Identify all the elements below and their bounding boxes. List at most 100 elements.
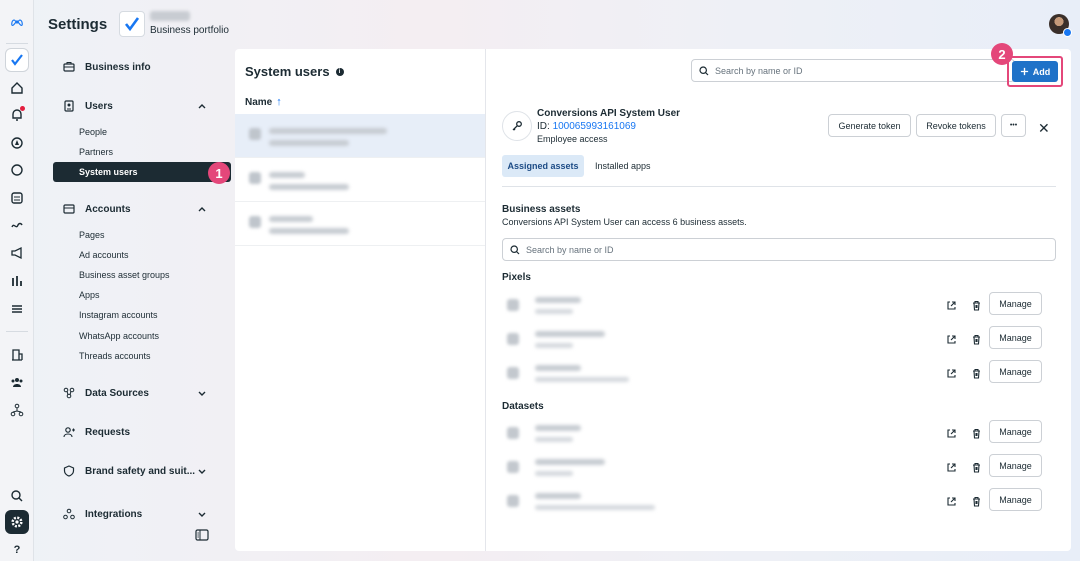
system-users-search-field[interactable] — [691, 59, 1015, 82]
generate-token-button[interactable]: Generate token — [828, 114, 911, 137]
nav-item-threads-accounts[interactable]: Threads accounts — [53, 346, 231, 366]
manage-button[interactable]: Manage — [989, 420, 1042, 443]
trash-icon[interactable] — [971, 300, 982, 311]
dataset-icon — [507, 495, 519, 507]
nav-brand-safety-section[interactable]: Brand safety and suit... — [53, 460, 215, 482]
pages-icon[interactable] — [5, 186, 29, 210]
open-external-icon[interactable] — [946, 428, 957, 439]
redacted-text — [269, 184, 349, 190]
business-portfolio-icon[interactable] — [5, 48, 29, 72]
nav-item-pages[interactable]: Pages — [53, 225, 231, 245]
nav-business-info-label: Business info — [85, 61, 151, 73]
tab-assigned-assets[interactable]: Assigned assets — [502, 155, 584, 177]
nav-item-partners[interactable]: Partners — [53, 142, 231, 162]
nav-accounts-section[interactable]: Accounts — [53, 198, 215, 220]
add-button[interactable]: Add — [1012, 61, 1058, 82]
open-external-icon[interactable] — [946, 462, 957, 473]
chat-icon[interactable] — [5, 158, 29, 182]
nav-requests[interactable]: Requests — [53, 421, 215, 443]
trash-icon[interactable] — [971, 368, 982, 379]
manage-button[interactable]: Manage — [989, 292, 1042, 315]
nav-item-ad-accounts[interactable]: Ad accounts — [53, 245, 231, 265]
search-icon — [510, 244, 520, 254]
chevron-up-icon[interactable] — [197, 101, 207, 114]
manage-button[interactable]: Manage — [989, 488, 1042, 511]
collapse-sidebar-icon[interactable] — [195, 529, 209, 541]
asset-row: Manage — [502, 417, 1058, 451]
facebook-badge-icon — [1063, 28, 1072, 37]
redacted-text — [535, 309, 573, 314]
system-user-id-link[interactable]: 100065993161069 — [553, 121, 636, 132]
trash-icon[interactable] — [971, 496, 982, 507]
nav-integrations-section[interactable]: Integrations — [53, 503, 215, 525]
user-badge-icon — [59, 100, 79, 112]
list-item[interactable] — [235, 158, 485, 202]
chevron-down-icon[interactable] — [197, 466, 207, 479]
activity-icon[interactable] — [5, 213, 29, 237]
nav-item-instagram-accounts[interactable]: Instagram accounts — [53, 305, 231, 325]
trash-icon[interactable] — [971, 462, 982, 473]
pixel-icon — [507, 367, 519, 379]
asset-row: Manage — [502, 357, 1058, 391]
folder-icon — [59, 203, 79, 215]
nav-business-info[interactable]: Business info — [53, 56, 215, 78]
open-external-icon[interactable] — [946, 368, 957, 379]
key-icon — [502, 111, 532, 141]
more-options-button[interactable]: ••• — [1001, 114, 1026, 137]
list-item[interactable] — [235, 114, 485, 158]
asset-search-input[interactable] — [526, 244, 1055, 255]
meta-logo-icon[interactable] — [5, 10, 29, 34]
left-rail: ? — [0, 0, 34, 561]
compass-icon[interactable] — [5, 131, 29, 155]
briefcase-icon — [59, 61, 79, 73]
nav-item-people[interactable]: People — [53, 122, 231, 142]
megaphone-icon[interactable] — [5, 241, 29, 265]
id-prefix: ID: — [537, 121, 553, 132]
nav-item-whatsapp-accounts[interactable]: WhatsApp accounts — [53, 326, 231, 346]
integrations-icon — [59, 508, 79, 520]
manage-button[interactable]: Manage — [989, 360, 1042, 383]
people-icon[interactable] — [5, 370, 29, 394]
settings-gear-icon[interactable] — [5, 510, 29, 534]
nav-users-section[interactable]: Users — [53, 95, 215, 117]
open-external-icon[interactable] — [946, 300, 957, 311]
redacted-text — [269, 216, 313, 222]
menu-icon[interactable] — [5, 297, 29, 321]
trash-icon[interactable] — [971, 428, 982, 439]
home-icon[interactable] — [5, 76, 29, 100]
asset-row: Manage — [502, 289, 1058, 323]
system-users-search-input[interactable] — [715, 65, 1014, 76]
trash-icon[interactable] — [971, 334, 982, 345]
close-icon[interactable]: ✕ — [1038, 120, 1050, 137]
business-portfolio-label: Business portfolio — [150, 25, 229, 36]
asset-search-field[interactable] — [502, 238, 1056, 261]
nav-item-business-asset-groups[interactable]: Business asset groups — [53, 265, 231, 285]
chevron-up-icon[interactable] — [197, 204, 207, 217]
tab-installed-apps[interactable]: Installed apps — [595, 155, 651, 177]
name-column-header[interactable]: Name ↑ — [245, 96, 282, 108]
help-icon[interactable]: ? — [5, 538, 29, 561]
nav-item-apps[interactable]: Apps — [53, 285, 231, 305]
list-item[interactable] — [235, 202, 485, 246]
building-icon[interactable] — [5, 343, 29, 367]
open-external-icon[interactable] — [946, 496, 957, 507]
revoke-tokens-button[interactable]: Revoke tokens — [916, 114, 996, 137]
network-icon[interactable] — [5, 398, 29, 422]
insights-icon[interactable] — [5, 269, 29, 293]
asset-row: Manage — [502, 323, 1058, 357]
open-external-icon[interactable] — [946, 334, 957, 345]
manage-button[interactable]: Manage — [989, 454, 1042, 477]
redacted-text — [269, 140, 349, 146]
nav-item-system-users[interactable]: System users — [53, 162, 231, 182]
info-icon[interactable]: i — [335, 67, 344, 76]
chevron-down-icon[interactable] — [197, 509, 207, 522]
avatar[interactable] — [1049, 14, 1072, 37]
system-user-detail: Conversions API System User ID: 10006599… — [487, 49, 1071, 551]
nav-data-sources-section[interactable]: Data Sources — [53, 382, 215, 404]
search-icon[interactable] — [5, 484, 29, 508]
manage-button[interactable]: Manage — [989, 326, 1042, 349]
business-portfolio-logo[interactable] — [119, 11, 145, 37]
chevron-down-icon[interactable] — [197, 388, 207, 401]
notifications-icon[interactable] — [5, 103, 29, 127]
redacted-text — [535, 493, 581, 499]
